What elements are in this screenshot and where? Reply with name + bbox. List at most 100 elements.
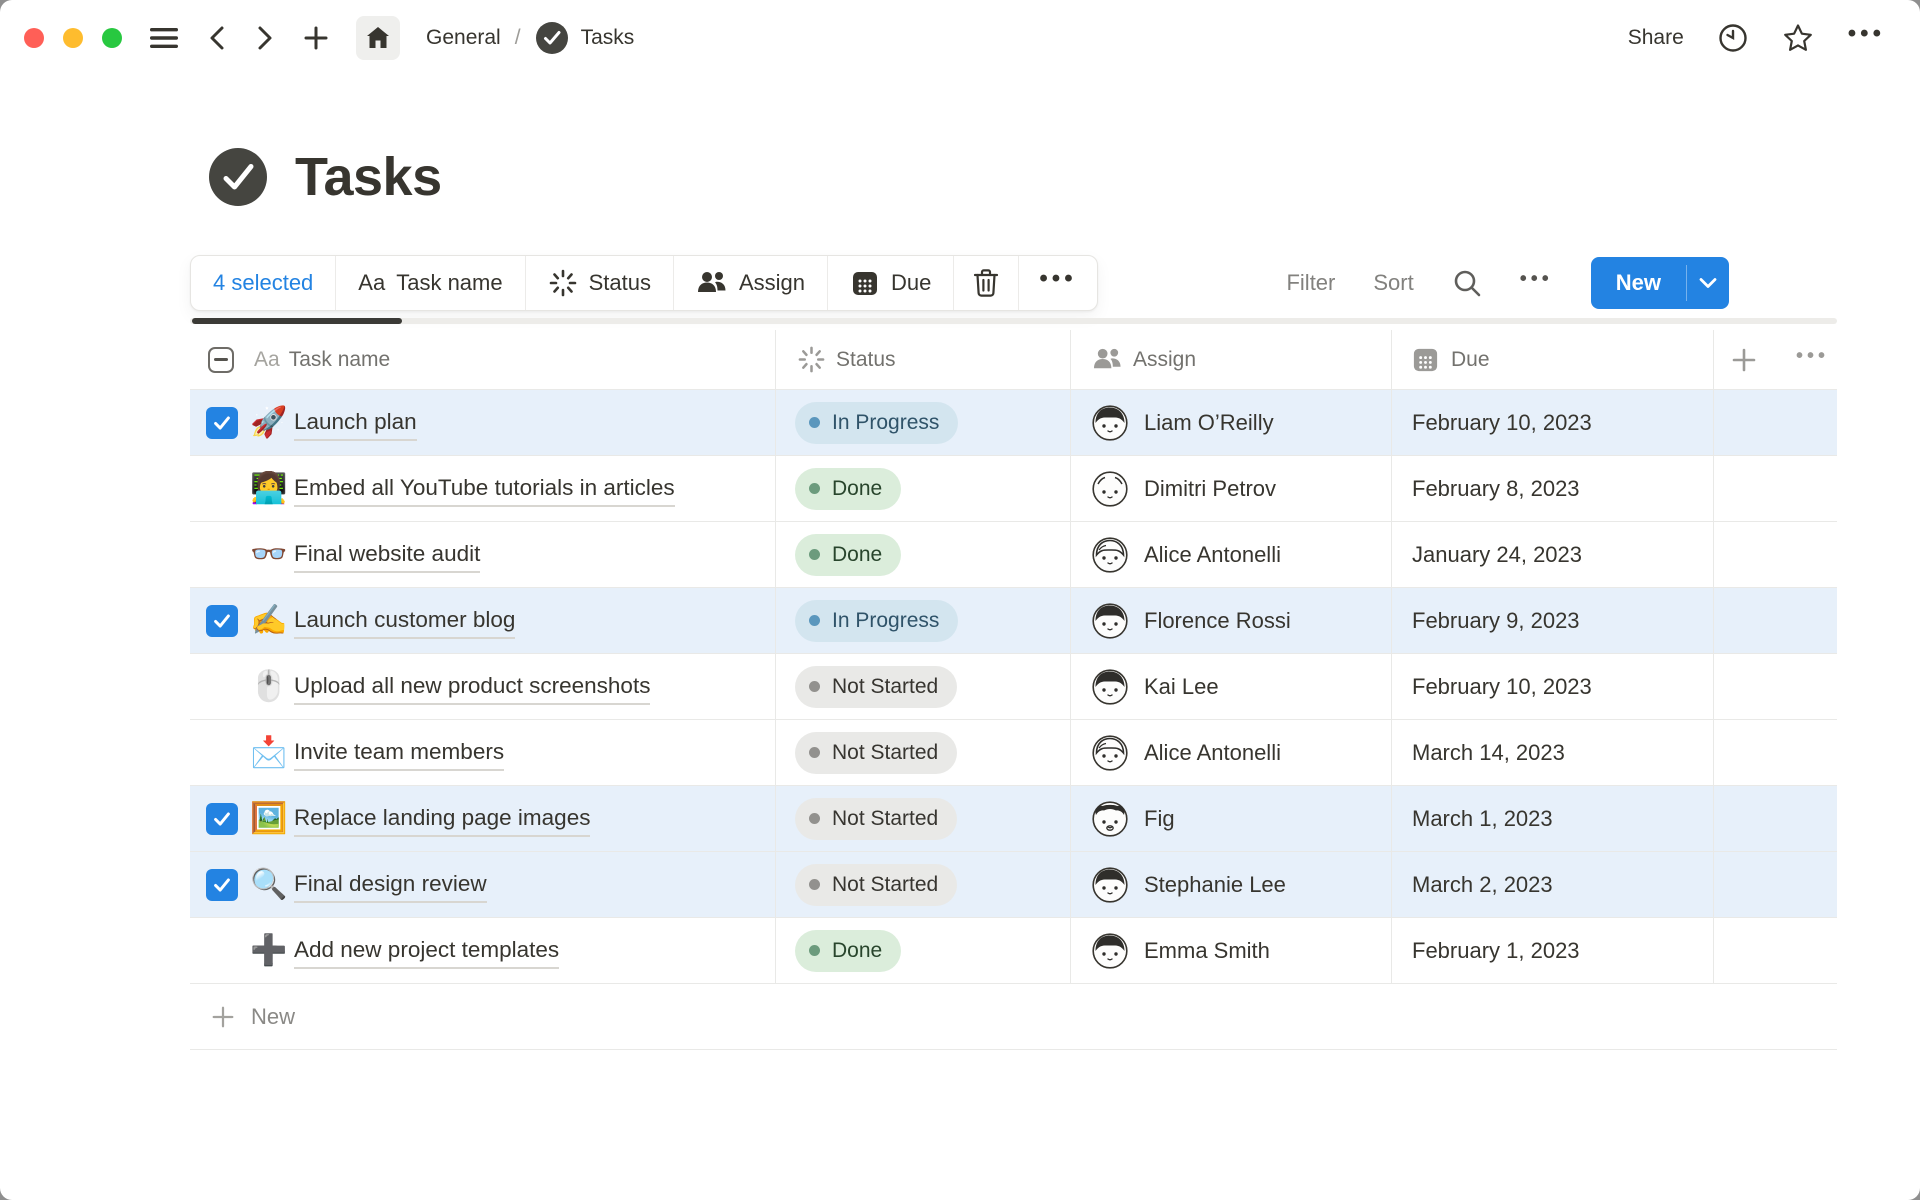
edit-status-button[interactable]: Status [526,256,674,310]
task-title[interactable]: Launch plan [294,409,417,441]
sidebar-menu-button[interactable] [150,26,180,50]
status-label: Not Started [832,741,938,765]
task-title[interactable]: Embed all YouTube tutorials in articles [294,475,675,507]
task-cell[interactable]: 🖼️ Replace landing page images [190,786,775,851]
page-title[interactable]: Tasks [295,146,442,208]
due-cell[interactable]: February 9, 2023 [1391,588,1713,653]
task-title[interactable]: Upload all new product screenshots [294,673,650,705]
column-header-task-name[interactable]: Aa Task name [190,330,775,389]
new-button[interactable]: New [1591,257,1686,309]
view-more-button[interactable]: ••• [1520,269,1553,297]
nav-forward-button[interactable] [254,24,276,52]
task-cell[interactable]: 👓 Final website audit [190,522,775,587]
task-title[interactable]: Launch customer blog [294,607,515,639]
assign-cell[interactable]: Emma Smith [1070,918,1391,983]
selection-more-button[interactable]: ••• [1019,256,1096,310]
close-window-button[interactable] [24,28,44,48]
share-button[interactable]: Share [1628,26,1684,50]
column-header-due[interactable]: Due [1391,330,1713,389]
updates-button[interactable] [1718,23,1748,53]
status-cell[interactable]: In Progress [775,390,1070,455]
assign-cell[interactable]: Alice Antonelli [1070,522,1391,587]
task-title[interactable]: Add new project templates [294,937,559,969]
task-cell[interactable]: ✍️ Launch customer blog [190,588,775,653]
favorite-button[interactable] [1782,22,1814,54]
select-all-checkbox[interactable] [208,347,234,373]
due-cell[interactable]: February 8, 2023 [1391,456,1713,521]
filter-button[interactable]: Filter [1286,270,1335,296]
task-emoji[interactable]: 👓 [248,522,290,587]
task-title[interactable]: Final website audit [294,541,480,573]
add-column-button[interactable] [1730,330,1758,389]
table-row: ➕ Add new project templates Done Emma Sm… [190,918,1837,984]
task-cell[interactable]: ➕ Add new project templates [190,918,775,983]
status-cell[interactable]: Not Started [775,654,1070,719]
task-cell[interactable]: 📩 Invite team members [190,720,775,785]
status-cell[interactable]: Not Started [775,786,1070,851]
task-cell[interactable]: 🖱️ Upload all new product screenshots [190,654,775,719]
assign-cell[interactable]: Kai Lee [1070,654,1391,719]
due-cell[interactable]: February 1, 2023 [1391,918,1713,983]
row-checkbox[interactable] [206,803,238,835]
page-check-icon[interactable] [207,146,269,208]
status-label: In Progress [832,609,939,633]
status-cell[interactable]: Done [775,522,1070,587]
due-cell[interactable]: January 24, 2023 [1391,522,1713,587]
task-cell[interactable]: 👩‍💻 Embed all YouTube tutorials in artic… [190,456,775,521]
assign-cell[interactable]: Florence Rossi [1070,588,1391,653]
minimize-window-button[interactable] [63,28,83,48]
task-title[interactable]: Final design review [294,871,487,903]
selected-count-button[interactable]: 4 selected [191,256,336,310]
due-cell[interactable]: February 10, 2023 [1391,390,1713,455]
row-checkbox[interactable] [206,869,238,901]
due-cell[interactable]: March 1, 2023 [1391,786,1713,851]
search-view-button[interactable] [1452,268,1482,298]
row-checkbox[interactable] [206,605,238,637]
breadcrumb-page[interactable]: Tasks [581,26,635,50]
task-emoji[interactable]: 👩‍💻 [248,456,290,521]
due-cell[interactable]: March 2, 2023 [1391,852,1713,917]
due-cell[interactable]: March 14, 2023 [1391,720,1713,785]
assign-cell[interactable]: Alice Antonelli [1070,720,1391,785]
status-cell[interactable]: Not Started [775,720,1070,785]
nav-back-button[interactable] [206,24,228,52]
task-emoji[interactable]: 🖼️ [248,786,290,851]
more-options-button[interactable]: ••• [1848,22,1885,54]
assign-cell[interactable]: Liam O’Reilly [1070,390,1391,455]
status-cell[interactable]: In Progress [775,588,1070,653]
edit-due-button[interactable]: Due [828,256,954,310]
status-cell[interactable]: Done [775,918,1070,983]
column-header-assign[interactable]: Assign [1070,330,1391,389]
edit-task-name-button[interactable]: Aa Task name [336,256,525,310]
table-options-button[interactable]: ••• [1796,330,1829,389]
table-hscrollbar-thumb[interactable] [192,318,402,324]
assign-cell[interactable]: Dimitri Petrov [1070,456,1391,521]
task-emoji[interactable]: ✍️ [248,588,290,653]
new-page-button[interactable] [302,24,330,52]
delete-selected-button[interactable] [954,256,1019,310]
task-emoji[interactable]: 🔍 [248,852,290,917]
column-header-status[interactable]: Status [775,330,1070,389]
new-dropdown-button[interactable] [1687,257,1729,309]
assign-cell[interactable]: Stephanie Lee [1070,852,1391,917]
maximize-window-button[interactable] [102,28,122,48]
home-button[interactable] [356,16,400,60]
task-title[interactable]: Invite team members [294,739,504,771]
task-emoji[interactable]: 📩 [248,720,290,785]
task-cell[interactable]: 🚀 Launch plan [190,390,775,455]
task-cell[interactable]: 🔍 Final design review [190,852,775,917]
row-checkbox[interactable] [206,407,238,439]
sort-button[interactable]: Sort [1373,270,1413,296]
task-emoji[interactable]: ➕ [248,918,290,983]
status-cell[interactable]: Done [775,456,1070,521]
status-cell[interactable]: Not Started [775,852,1070,917]
new-row-button[interactable]: New [190,984,1837,1050]
due-cell[interactable]: February 10, 2023 [1391,654,1713,719]
due-date: February 9, 2023 [1412,608,1580,634]
breadcrumb-workspace[interactable]: General [426,26,501,50]
edit-assign-button[interactable]: Assign [674,256,828,310]
task-title[interactable]: Replace landing page images [294,805,590,837]
task-emoji[interactable]: 🖱️ [248,654,290,719]
task-emoji[interactable]: 🚀 [248,390,290,455]
assign-cell[interactable]: Fig [1070,786,1391,851]
